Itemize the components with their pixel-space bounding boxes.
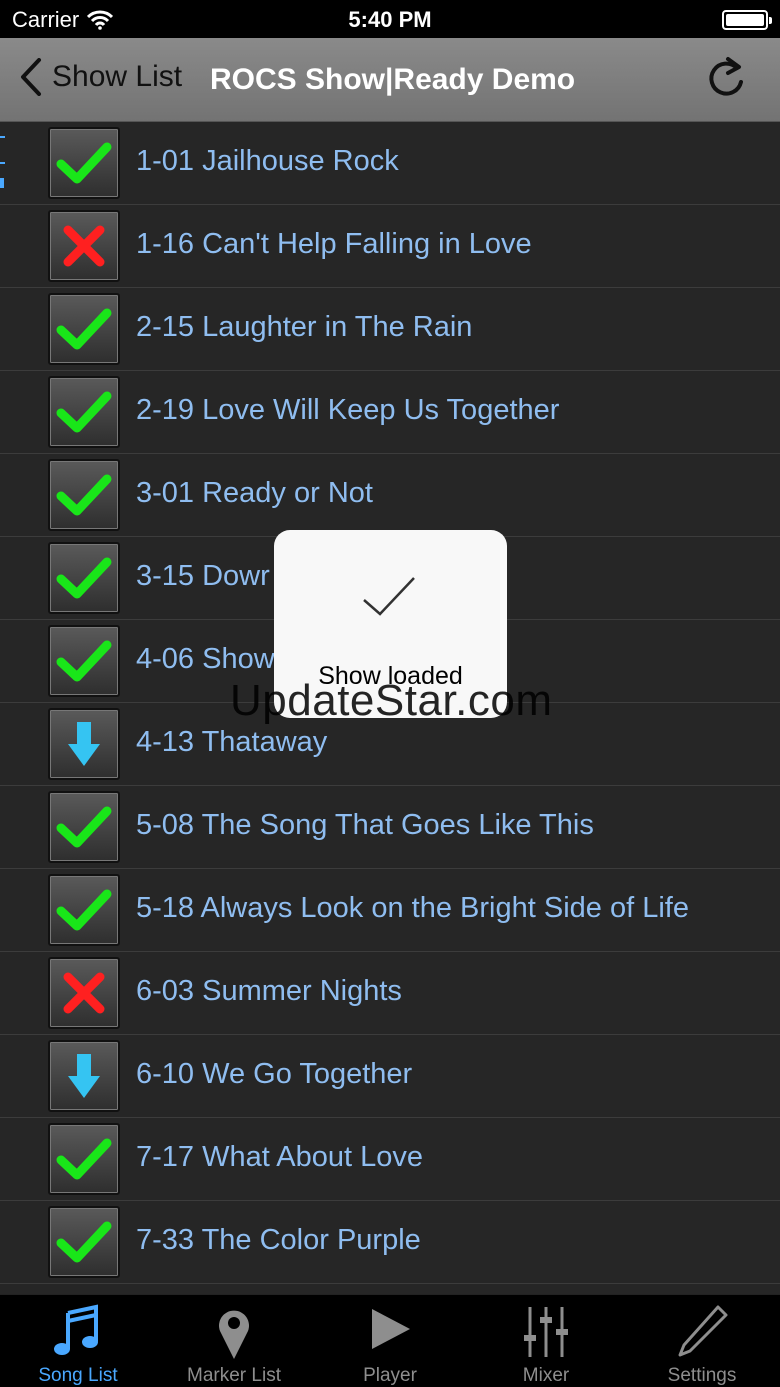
watermark: UpdateStar.com: [230, 676, 553, 725]
song-title: 3-01 Ready or Not: [136, 477, 373, 509]
cross-icon: [63, 225, 105, 267]
song-row[interactable]: 2-19 Love Will Keep Us Together: [0, 371, 780, 454]
back-button[interactable]: Show List: [20, 58, 182, 96]
song-status-toggle[interactable]: [48, 708, 120, 780]
song-status-toggle[interactable]: [48, 791, 120, 863]
tab-bar: Song List Marker List Player Mixer Settings: [0, 1294, 780, 1387]
song-status-toggle[interactable]: [48, 293, 120, 365]
chevron-left-icon: [21, 58, 41, 96]
tab-player[interactable]: Player: [312, 1295, 468, 1387]
check-icon: [56, 1221, 112, 1263]
song-row[interactable]: 1-16 Can't Help Falling in Love: [0, 205, 780, 288]
tab-marker-list[interactable]: Marker List: [156, 1295, 312, 1387]
song-title: 6-03 Summer Nights: [136, 975, 402, 1007]
song-title: 6-10 We Go Together: [136, 1058, 413, 1090]
check-icon: [56, 640, 112, 682]
song-status-toggle[interactable]: [48, 957, 120, 1029]
clock: 5:40 PM: [348, 7, 432, 32]
back-label: Show List: [52, 60, 183, 93]
map-pin-icon: [204, 1303, 264, 1361]
check-icon: [56, 557, 112, 599]
check-icon: [56, 889, 112, 931]
song-title: 4-13 Thataway: [136, 726, 328, 758]
song-title: 4-06 Show: [136, 643, 275, 675]
song-status-toggle[interactable]: [48, 625, 120, 697]
song-status-toggle[interactable]: [48, 376, 120, 448]
status-bar: Carrier 5:40 PM: [0, 0, 780, 38]
song-status-toggle[interactable]: [48, 1123, 120, 1195]
song-title: 2-15 Laughter in The Rain: [136, 311, 473, 343]
tab-label: Song List: [38, 1365, 118, 1386]
song-row[interactable]: 6-03 Summer Nights: [0, 952, 780, 1035]
tab-settings[interactable]: Settings: [624, 1295, 780, 1387]
check-icon: [56, 308, 112, 350]
song-row[interactable]: 7-17 What About Love: [0, 1118, 780, 1201]
song-row[interactable]: 5-18 Always Look on the Bright Side of L…: [0, 869, 780, 952]
tab-label: Mixer: [522, 1365, 570, 1386]
song-row[interactable]: 3-01 Ready or Not: [0, 454, 780, 537]
song-status-toggle[interactable]: [48, 459, 120, 531]
navigation-bar: Show List ROCS Show|Ready Demo: [0, 38, 780, 122]
song-status-toggle[interactable]: [48, 127, 120, 199]
tab-mixer[interactable]: Mixer: [468, 1295, 624, 1387]
song-title: 3-15 Dowr: [136, 560, 270, 592]
tab-song-list[interactable]: Song List: [0, 1295, 156, 1387]
check-icon: [56, 1138, 112, 1180]
song-title: 7-17 What About Love: [136, 1141, 423, 1173]
tab-label: Marker List: [187, 1365, 281, 1386]
song-row[interactable]: 6-10 We Go Together: [0, 1035, 780, 1118]
cross-icon: [63, 972, 105, 1014]
song-title: 1-01 Jailhouse Rock: [136, 145, 399, 177]
song-row[interactable]: 7-33 The Color Purple: [0, 1201, 780, 1284]
play-icon: [360, 1303, 420, 1361]
song-row[interactable]: 2-15 Laughter in The Rain: [0, 288, 780, 371]
song-status-toggle[interactable]: [48, 1040, 120, 1112]
song-title: 5-08 The Song That Goes Like This: [136, 809, 594, 841]
song-status-toggle[interactable]: [48, 874, 120, 946]
check-icon: [56, 391, 112, 433]
download-arrow-icon: [68, 722, 100, 766]
pencil-icon: [672, 1303, 732, 1361]
battery-icon: [722, 10, 772, 30]
music-note-icon: [48, 1303, 108, 1361]
song-status-toggle[interactable]: [48, 1206, 120, 1278]
song-status-toggle[interactable]: [48, 210, 120, 282]
sliders-icon: [516, 1303, 576, 1361]
page-title: ROCS Show|Ready Demo: [210, 63, 576, 96]
song-title: 7-33 The Color Purple: [136, 1224, 421, 1256]
song-title: 1-16 Can't Help Falling in Love: [136, 228, 532, 260]
song-status-toggle[interactable]: [48, 542, 120, 614]
song-row[interactable]: 1-01 Jailhouse Rock: [0, 122, 780, 205]
checkmark-icon: [363, 577, 415, 616]
tab-label: Player: [363, 1365, 417, 1386]
check-icon: [56, 142, 112, 184]
battery-level: [726, 14, 764, 26]
song-row[interactable]: 5-08 The Song That Goes Like This: [0, 786, 780, 869]
check-icon: [56, 474, 112, 516]
download-arrow-icon: [68, 1054, 100, 1098]
check-icon: [56, 806, 112, 848]
tab-label: Settings: [667, 1365, 737, 1386]
refresh-icon[interactable]: [706, 56, 746, 100]
song-title: 2-19 Love Will Keep Us Together: [136, 394, 560, 426]
song-title: 5-18 Always Look on the Bright Side of L…: [136, 892, 689, 924]
